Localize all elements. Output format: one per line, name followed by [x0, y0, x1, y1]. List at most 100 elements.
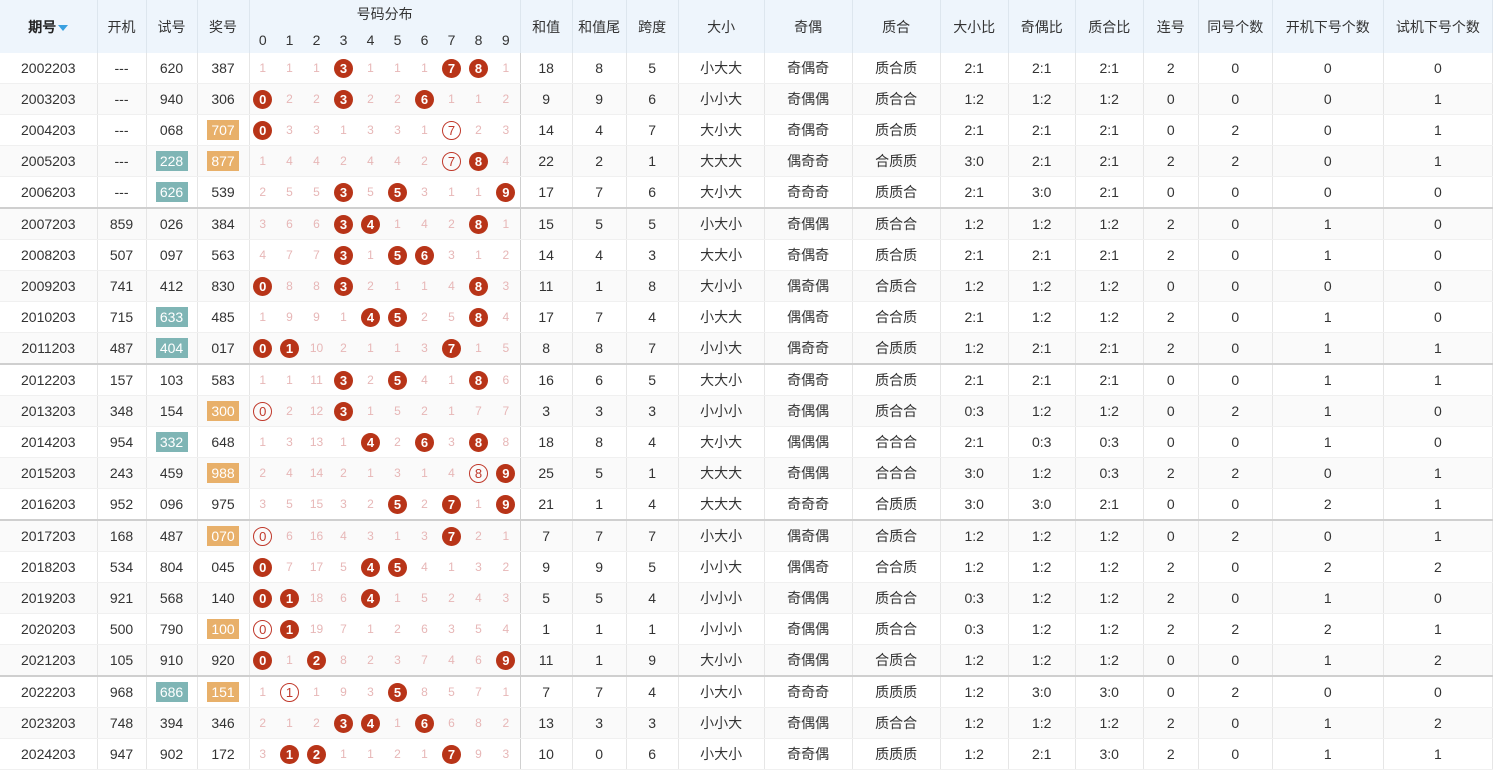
distribution-cell: 1 — [438, 395, 466, 427]
distribution-cell: 4 — [438, 457, 466, 489]
open-next-cell: 2 — [1272, 488, 1384, 521]
table-row: 2016203 952 096 975 3 5 15 3 2 5 2 7 1 9 21 1 4 大大大 奇奇奇 合质质… — [0, 488, 1493, 521]
prime-cell: 合质合 — [852, 644, 941, 677]
parity-ratio-cell: 2:1 — [1008, 114, 1076, 146]
open-next-cell: 0 — [1272, 53, 1384, 84]
sum-tail-cell: 6 — [572, 364, 627, 396]
distribution-cell: 3 — [330, 395, 358, 427]
span-cell: 1 — [626, 613, 679, 645]
distribution-cell: 14 — [303, 457, 331, 489]
size-cell: 大大大 — [678, 457, 765, 489]
distribution-cell: 1 — [330, 738, 358, 770]
size-cell: 大大大 — [678, 145, 765, 177]
size-ratio-cell: 3:0 — [940, 145, 1009, 177]
distribution-cell: 3 — [303, 114, 331, 146]
distribution-cell: 3 — [411, 176, 439, 209]
test-next-cell: 1 — [1383, 364, 1493, 396]
prime-ratio-cell: 3:0 — [1075, 738, 1144, 770]
sort-icon[interactable] — [58, 24, 69, 31]
sum-cell: 7 — [520, 520, 573, 552]
award-cell: 306 — [197, 83, 250, 115]
open-cell: 168 — [97, 520, 147, 552]
span-cell: 4 — [626, 582, 679, 614]
period-cell: 2008203 — [0, 239, 98, 271]
open-next-cell: 0 — [1272, 176, 1384, 209]
open-next-cell: 1 — [1272, 707, 1384, 739]
distribution-cell: 2 — [330, 145, 358, 177]
prime-cell: 质合质 — [852, 53, 941, 84]
distribution-cell: 3 — [411, 332, 439, 365]
distribution-cell: 4 — [248, 239, 277, 271]
drawn-ball: 3 — [334, 182, 354, 202]
distribution-cell: 4 — [492, 301, 521, 333]
sum-cell: 25 — [520, 457, 573, 489]
open-cell: --- — [97, 83, 147, 115]
sum-cell: 18 — [520, 426, 573, 458]
distribution-cell: 2 — [411, 488, 439, 521]
sum-tail-cell: 1 — [572, 488, 627, 521]
period-cell: 2019203 — [0, 582, 98, 614]
sum-tail-cell: 2 — [572, 145, 627, 177]
distribution-cell: 2 — [357, 83, 385, 115]
distribution-cell: 0 — [248, 644, 277, 677]
table-row: 2005203 --- 228 877 1 4 4 2 4 4 2 7 8 4 22 2 1 大大大 偶奇奇 合质质 3… — [0, 145, 1493, 177]
period-cell: 2007203 — [0, 208, 98, 240]
test-number-highlight: 332 — [155, 432, 188, 452]
award-cell: 830 — [197, 270, 250, 302]
parity-cell: 奇奇奇 — [764, 176, 853, 209]
distribution-cell: 3 — [330, 239, 358, 271]
distribution-cell: 2 — [303, 707, 331, 739]
consecutive-cell: 2 — [1143, 582, 1199, 614]
distribution-cell: 7 — [438, 738, 466, 770]
distribution-cell: 2 — [357, 364, 385, 396]
distribution-header: 号码分布 — [249, 0, 521, 27]
open-cell: 348 — [97, 395, 147, 427]
drawn-ball: 3 — [334, 370, 354, 390]
distribution-cell: 5 — [384, 676, 412, 708]
drawn-ball: 7 — [442, 494, 462, 514]
size-ratio-cell: 3:0 — [940, 488, 1009, 521]
distribution-cell: 2 — [248, 707, 277, 739]
test-next-cell: 0 — [1383, 239, 1493, 271]
distribution-cell: 7 — [438, 488, 466, 521]
same-count-cell: 2 — [1198, 457, 1273, 489]
size-cell: 小小小 — [678, 582, 765, 614]
parity-ratio-header: 奇偶比 — [1008, 0, 1076, 53]
award-cell: 988 — [197, 457, 250, 489]
distribution-cell: 2 — [276, 83, 304, 115]
period-header[interactable]: 期号 — [0, 0, 98, 53]
distribution-cell: 1 — [248, 426, 277, 458]
span-cell: 7 — [626, 520, 679, 552]
repeat-ball: 7 — [442, 151, 462, 171]
award-cell: 070 — [197, 520, 250, 552]
test-cell: 620 — [146, 53, 198, 84]
test-next-cell: 2 — [1383, 551, 1493, 583]
sum-cell: 3 — [520, 395, 573, 427]
distribution-cell: 7 — [438, 114, 466, 146]
drawn-ball: 8 — [469, 214, 489, 234]
consecutive-cell: 2 — [1143, 613, 1199, 645]
open-cell: --- — [97, 53, 147, 84]
parity-cell: 奇奇奇 — [764, 488, 853, 521]
distribution-cell: 2 — [438, 208, 466, 240]
sum-tail-cell: 0 — [572, 738, 627, 770]
distribution-cell: 1 — [357, 613, 385, 645]
size-cell: 大小小 — [678, 270, 765, 302]
parity-cell: 偶偶奇 — [764, 301, 853, 333]
table-row: 2010203 715 633 485 1 9 9 1 4 5 2 5 8 4 17 7 4 小大大 偶偶奇 合合质 2… — [0, 301, 1493, 333]
span-cell: 7 — [626, 114, 679, 146]
distribution-cell: 1 — [357, 738, 385, 770]
prime-cell: 合合质 — [852, 551, 941, 583]
repeat-ball: 0 — [253, 526, 273, 546]
period-cell: 2010203 — [0, 301, 98, 333]
sum-tail-header: 和值尾 — [572, 0, 627, 53]
distribution-cell: 8 — [465, 145, 493, 177]
sum-tail-cell: 3 — [572, 707, 627, 739]
consecutive-cell: 2 — [1143, 208, 1199, 240]
distribution-cell: 1 — [276, 738, 304, 770]
distribution-cell: 4 — [438, 644, 466, 677]
distribution-cell: 5 — [384, 551, 412, 583]
span-cell: 4 — [626, 488, 679, 521]
prime-cell: 质合合 — [852, 707, 941, 739]
size-ratio-cell: 1:2 — [940, 208, 1009, 240]
